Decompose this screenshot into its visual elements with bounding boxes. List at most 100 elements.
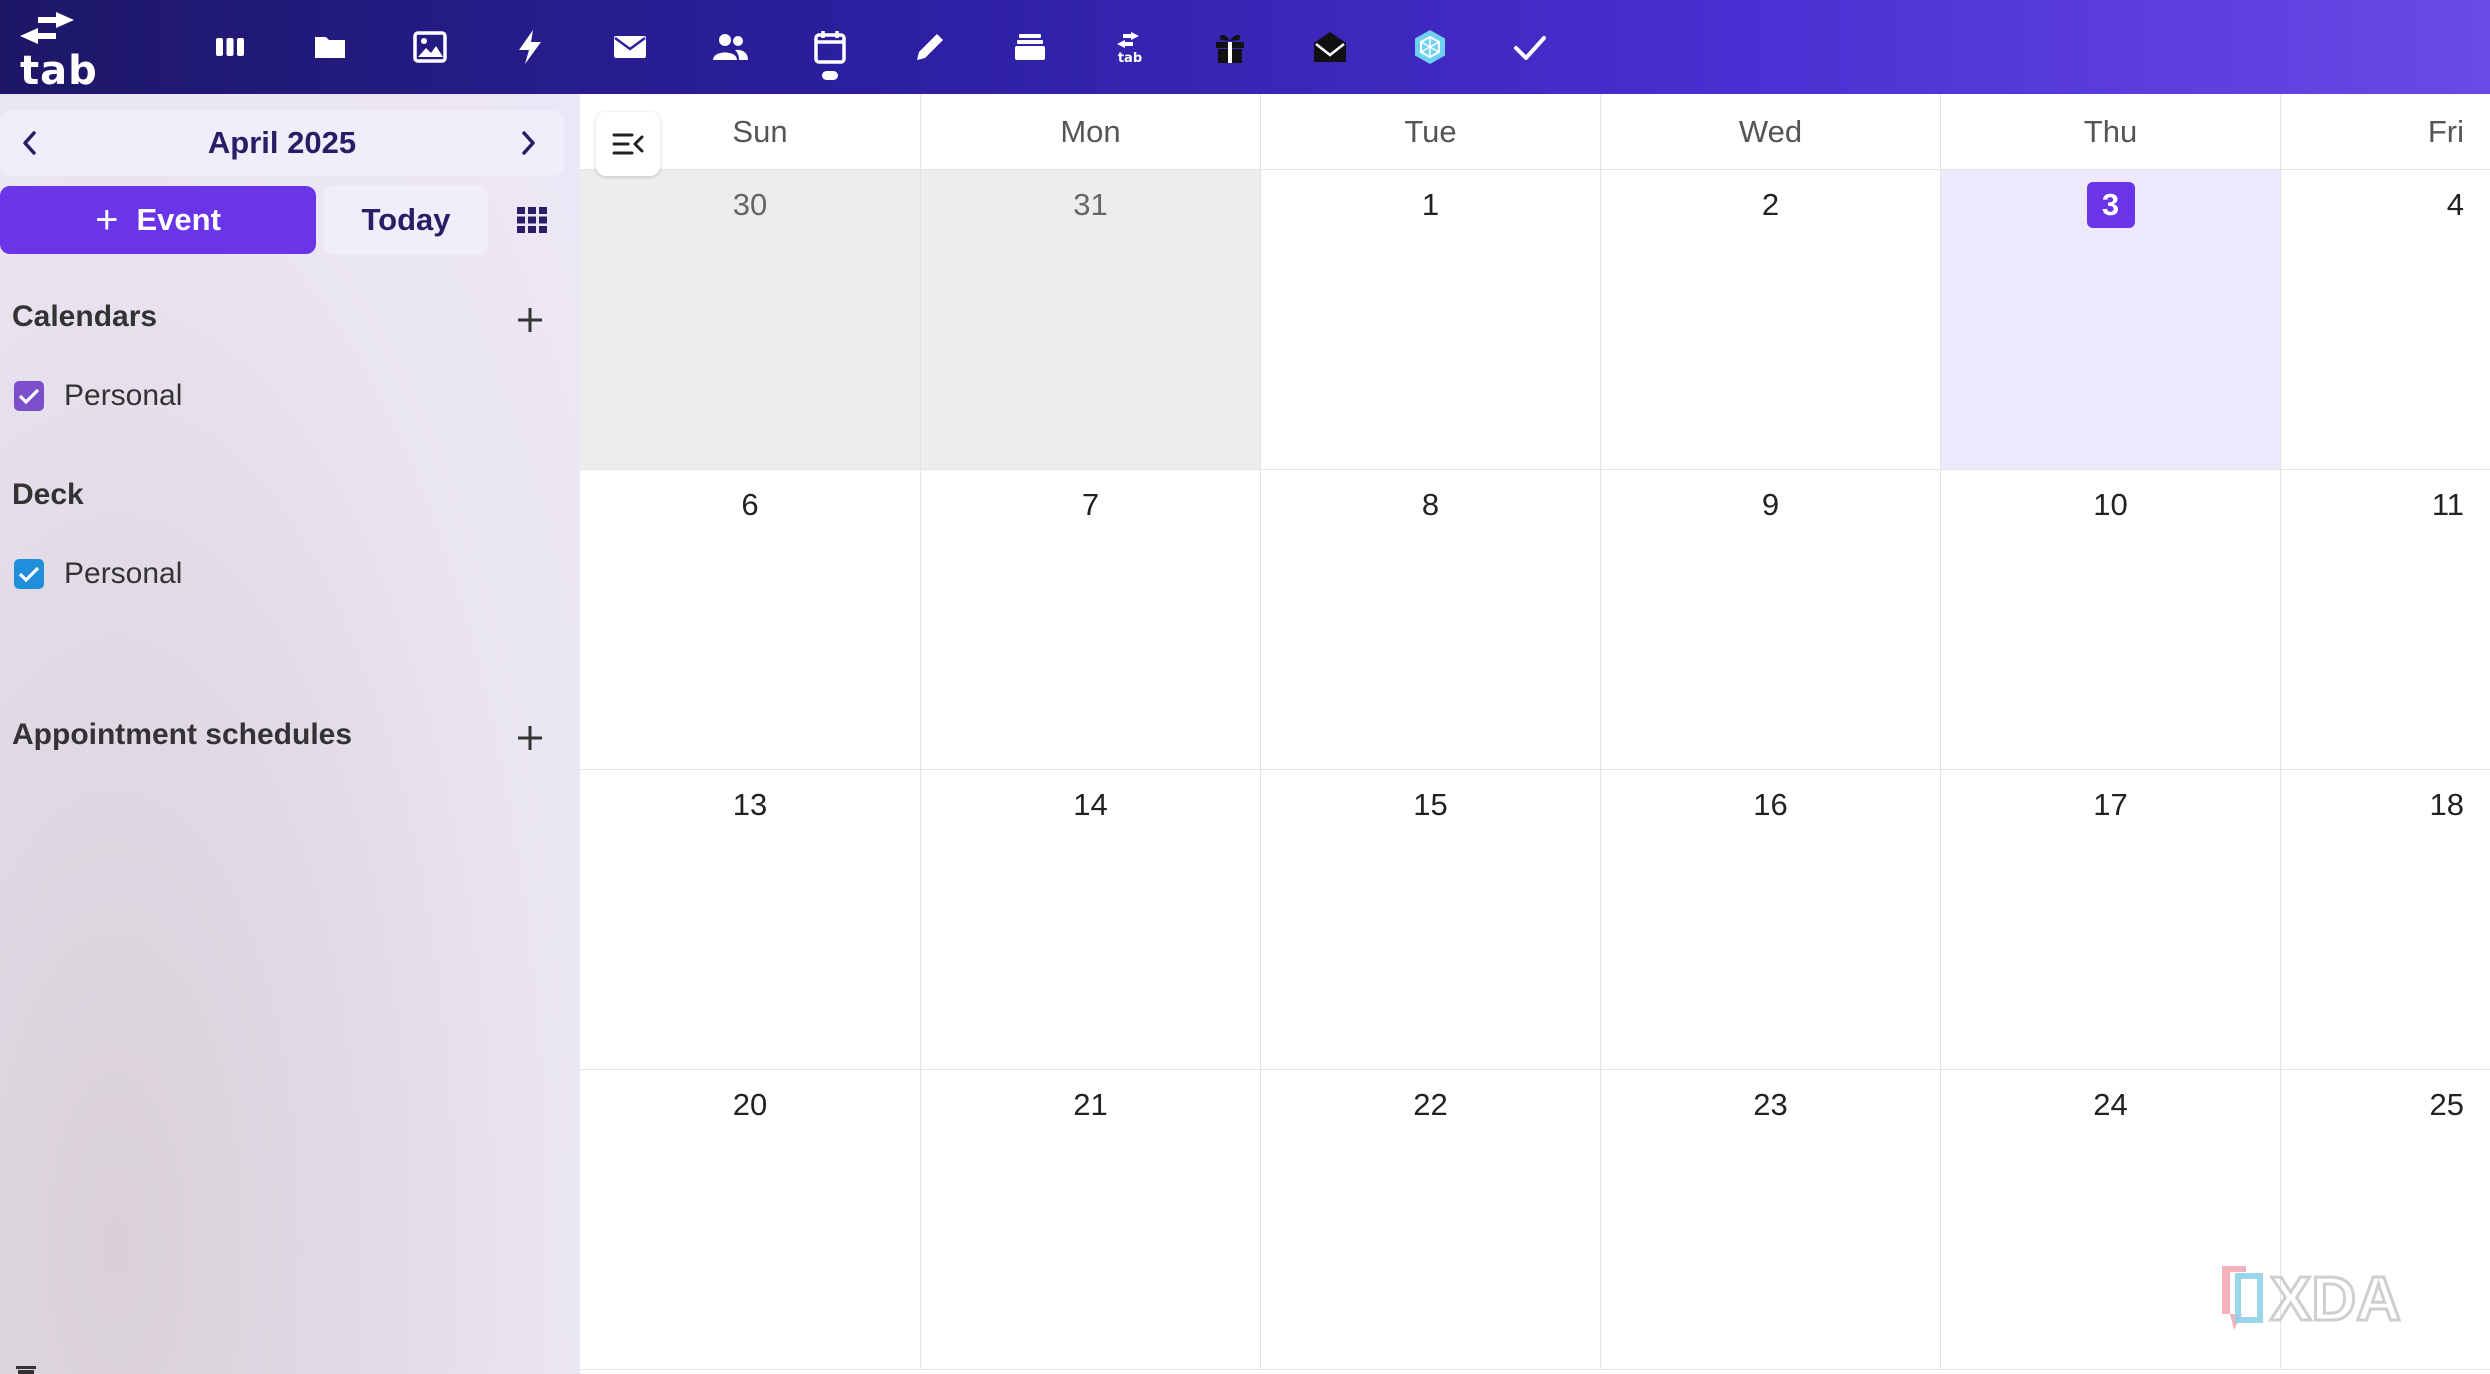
folder-icon (315, 37, 345, 58)
swap-arrows-icon (20, 12, 74, 44)
app-button-calendar[interactable] (780, 0, 880, 94)
calendar-day-cell[interactable]: 10 (1940, 470, 2280, 770)
day-number[interactable]: 17 (2085, 782, 2135, 828)
add-calendar-button[interactable] (510, 300, 550, 340)
pencil-icon (917, 34, 943, 60)
deck-item-personal[interactable]: Personal (14, 554, 182, 594)
app-button-folder[interactable] (280, 0, 380, 94)
weekday-header-wed: Wed (1600, 94, 1940, 170)
calendar-day-cell[interactable]: 15 (1260, 770, 1600, 1070)
app-button-gift[interactable] (1180, 0, 1280, 94)
day-number[interactable]: 22 (1405, 1082, 1455, 1128)
collapse-sidebar-button[interactable] (596, 112, 660, 176)
day-number[interactable]: 9 (1754, 482, 1787, 528)
month-calendar-grid: Sun Mon Tue Wed Thu Fri 30 31 1 2 3 4 6 7 8 9 10 11 13 14 15… (580, 94, 2490, 1374)
stack-icon (1015, 34, 1045, 60)
app-button-contacts[interactable] (680, 0, 780, 94)
calendar-item-personal[interactable]: Personal (14, 376, 182, 416)
trash-icon (16, 1366, 36, 1374)
app-button-hexagon-app[interactable] (1380, 0, 1480, 94)
day-number[interactable]: 1 (1414, 182, 1447, 228)
calendar-icon (814, 31, 846, 64)
day-number[interactable]: 21 (1065, 1082, 1115, 1128)
day-number[interactable]: 18 (2422, 782, 2472, 828)
calendar-day-cell[interactable]: 17 (1940, 770, 2280, 1070)
calendar-checkbox[interactable] (14, 381, 44, 411)
day-number[interactable]: 23 (1745, 1082, 1795, 1128)
grid-view-icon (517, 207, 547, 233)
calendar-day-today[interactable]: 3 (1940, 170, 2280, 470)
chevron-right-icon (522, 131, 535, 155)
day-number[interactable]: 10 (2085, 482, 2135, 528)
calendar-item-label: Personal (64, 379, 183, 412)
calendar-day-cell[interactable]: 23 (1600, 1070, 1940, 1370)
month-navigator: April 2025 (0, 110, 564, 176)
add-appointment-schedule-button[interactable] (510, 718, 550, 758)
calendar-day-cell[interactable]: 4 (2280, 170, 2490, 470)
calendar-day-cell[interactable]: 11 (2280, 470, 2490, 770)
app-button-mail[interactable] (580, 0, 680, 94)
view-switcher-button[interactable] (500, 186, 564, 254)
today-button[interactable]: Today (324, 186, 488, 254)
previous-month-button[interactable] (0, 110, 60, 176)
day-number[interactable]: 24 (2085, 1082, 2135, 1128)
tab-swap-icon: tab (1117, 32, 1142, 66)
day-number[interactable]: 13 (725, 782, 775, 828)
day-number[interactable]: 14 (1065, 782, 1115, 828)
calendar-day-cell[interactable]: 14 (920, 770, 1260, 1070)
appointment-schedules-title: Appointment schedules (12, 718, 353, 751)
gift-icon (1216, 34, 1244, 63)
calendar-day-cell[interactable]: 31 (920, 170, 1260, 470)
day-number[interactable]: 7 (1074, 482, 1107, 528)
app-button-image[interactable] (380, 0, 480, 94)
day-number[interactable]: 3 (2086, 182, 2135, 228)
deck-item-label: Personal (64, 557, 183, 590)
calendar-day-cell[interactable]: 2 (1600, 170, 1940, 470)
tab-logo[interactable]: tab (16, 8, 98, 94)
app-button-lightning[interactable] (480, 0, 580, 94)
app-button-stack[interactable] (980, 0, 1080, 94)
day-number[interactable]: 6 (733, 482, 766, 528)
day-number[interactable]: 4 (2439, 182, 2472, 228)
weekday-header-mon: Mon (920, 94, 1260, 170)
calendar-day-cell[interactable]: 13 (580, 770, 920, 1070)
calendar-day-cell[interactable]: 18 (2280, 770, 2490, 1070)
top-app-bar: tab tab (0, 0, 2490, 94)
app-button-pencil[interactable] (880, 0, 980, 94)
calendar-day-cell[interactable]: 1 (1260, 170, 1600, 470)
calendar-day-cell[interactable]: 6 (580, 470, 920, 770)
day-number[interactable]: 11 (2424, 482, 2472, 528)
calendar-day-cell[interactable]: 22 (1260, 1070, 1600, 1370)
day-number[interactable]: 2 (1754, 182, 1787, 228)
day-number[interactable]: 16 (1745, 782, 1795, 828)
open-mail-icon (1314, 32, 1346, 62)
app-switcher: tab (180, 0, 1580, 94)
day-number[interactable]: 25 (2422, 1082, 2472, 1128)
new-event-label: Event (136, 202, 221, 237)
current-month-label[interactable]: April 2025 (60, 110, 504, 176)
day-number[interactable]: 8 (1414, 482, 1447, 528)
day-number[interactable]: 31 (1065, 182, 1115, 228)
app-button-open-mail[interactable] (1280, 0, 1380, 94)
plus-icon: + (95, 198, 119, 242)
app-button-tab-swap[interactable]: tab (1080, 0, 1180, 94)
calendar-day-cell[interactable]: 16 (1600, 770, 1940, 1070)
calendar-day-cell[interactable]: 30 (580, 170, 920, 470)
new-event-button[interactable]: + Event (0, 186, 316, 254)
day-number[interactable]: 15 (1405, 782, 1455, 828)
next-month-button[interactable] (498, 110, 558, 176)
calendar-day-cell[interactable]: 20 (580, 1070, 920, 1370)
deck-checkbox[interactable] (14, 559, 44, 589)
app-button-boards[interactable] (180, 0, 280, 94)
calendar-day-cell[interactable]: 7 (920, 470, 1260, 770)
calendar-day-cell[interactable]: 8 (1260, 470, 1600, 770)
trash-item-cut-off[interactable] (14, 1356, 38, 1374)
calendar-day-cell[interactable]: 21 (920, 1070, 1260, 1370)
calendars-section-title: Calendars (12, 300, 158, 333)
day-number[interactable]: 30 (725, 182, 775, 228)
day-number[interactable]: 20 (725, 1082, 775, 1128)
svg-text:XDA: XDA (2270, 1265, 2401, 1334)
app-button-checkmark[interactable] (1480, 0, 1580, 94)
calendar-day-cell[interactable]: 9 (1600, 470, 1940, 770)
plus-icon (518, 726, 542, 750)
